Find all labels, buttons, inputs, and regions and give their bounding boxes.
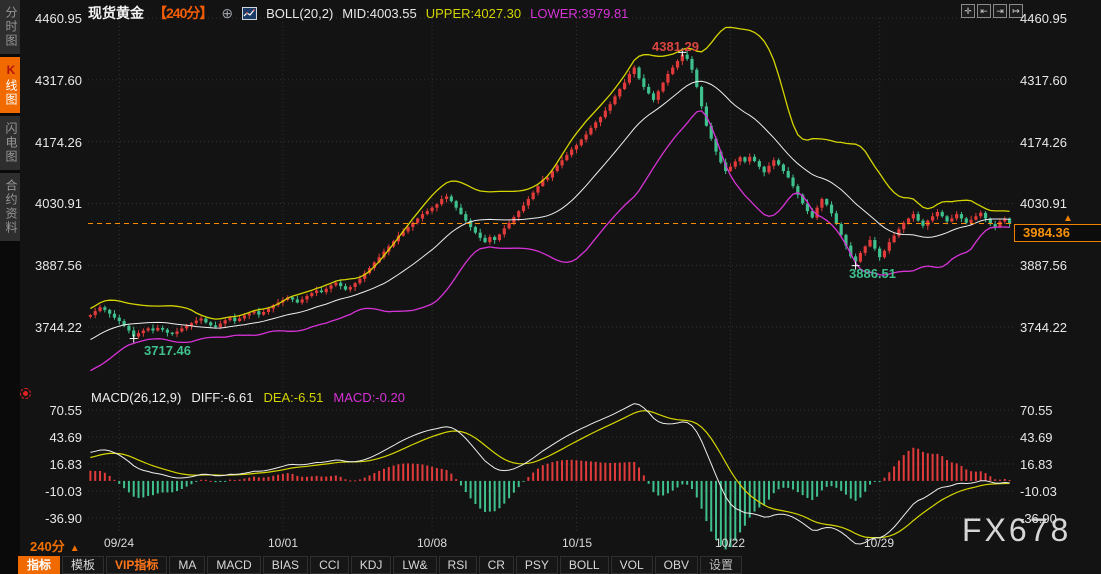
sidebar-item-lightning-chart[interactable]: 闪电图 — [0, 116, 20, 170]
macd-axis-label-right: 70.55 — [1020, 403, 1092, 418]
sidebar-item-contract-info[interactable]: 合约资料 — [0, 173, 20, 241]
y-axis-label: 3744.22 — [20, 320, 82, 335]
y-axis-label: 4317.60 — [20, 73, 82, 88]
annotation-swing-high: 4381.29 — [652, 39, 699, 54]
macd-axis-label-right: 43.69 — [1020, 430, 1092, 445]
y-axis-label-right: 3744.22 — [1020, 320, 1092, 335]
record-dot-icon[interactable] — [20, 388, 31, 399]
indicator-vol[interactable]: VOL — [611, 556, 653, 574]
indicator-cr[interactable]: CR — [479, 556, 514, 574]
kline-k-char: K — [4, 63, 18, 79]
shift-left-button[interactable]: ⇤ — [977, 4, 991, 18]
macd-axis-label: 43.69 — [20, 430, 82, 445]
indicator-lw[interactable]: LW& — [393, 556, 436, 574]
x-axis-label: 10/15 — [549, 536, 605, 550]
y-axis-label-right: 4030.91 — [1020, 196, 1092, 211]
indicator-obv[interactable]: OBV — [655, 556, 698, 574]
x-axis-label: 10/01 — [255, 536, 311, 550]
y-axis-label: 3887.56 — [20, 258, 82, 273]
macd-axis-label-right: 16.83 — [1020, 457, 1092, 472]
y-axis-label: 4174.26 — [20, 135, 82, 150]
macd-axis-label-right: -10.03 — [1020, 484, 1092, 499]
x-axis-label: 10/22 — [702, 536, 758, 550]
plus-circle-icon[interactable]: ⊕ — [221, 5, 233, 22]
boll-upper-value: UPPER:4027.30 — [426, 6, 521, 21]
sidebar-item-kline-chart[interactable]: K线图 — [0, 57, 20, 113]
period-tag: 【240分】 — [153, 3, 212, 23]
main-chart[interactable] — [0, 0, 1101, 574]
macd-diff-value: DIFF:-6.61 — [191, 390, 253, 405]
macd-header: MACD(26,12,9) DIFF:-6.61 DEA:-6.51 MACD:… — [91, 390, 405, 405]
macd-axis-label: -36.90 — [20, 511, 82, 526]
x-axis-label: 10/29 — [851, 536, 907, 550]
boll-params-label: BOLL(20,2) — [266, 6, 333, 21]
symbol-name: 现货黄金 — [88, 3, 144, 23]
x-axis-label: 10/08 — [404, 536, 460, 550]
period-selector-label: 240分 — [30, 539, 65, 554]
boll-mid-value: MID:4003.55 — [342, 6, 416, 21]
indicator-cci[interactable]: CCI — [310, 556, 349, 574]
price-up-caret-icon: ▲ — [1063, 213, 1073, 224]
current-price-badge: 3984.36 — [1014, 224, 1101, 242]
app-root: 分时图 K线图 闪电图 合约资料 现货黄金 【240分】 ⊕ BOLL(20,2… — [0, 0, 1101, 574]
kline-rest-chars: 线图 — [4, 79, 18, 107]
title-bar: 现货黄金 【240分】 ⊕ BOLL(20,2) MID:4003.55 UPP… — [88, 3, 628, 23]
x-axis-label: 09/24 — [91, 536, 147, 550]
macd-axis-label: -10.03 — [20, 484, 82, 499]
y-axis-label: 4460.95 — [20, 11, 82, 26]
period-caret-icon: ▲ — [70, 543, 80, 554]
macd-dea-value: DEA:-6.51 — [263, 390, 323, 405]
shift-right-button[interactable]: ⇥ — [993, 4, 1007, 18]
window-buttons: ✛ ⇤ ⇥ ↦ — [961, 4, 1023, 18]
indicator-macd[interactable]: MACD — [207, 556, 260, 574]
indicator-ma[interactable]: MA — [169, 556, 205, 574]
left-sidebar: 分时图 K线图 闪电图 合约资料 — [0, 0, 20, 574]
settings-button[interactable]: 设置 — [700, 556, 742, 574]
annotation-swing-low-2: 3886.51 — [849, 266, 896, 281]
annotation-swing-low-1: 3717.46 — [144, 343, 191, 358]
boll-lower-value: LOWER:3979.81 — [530, 6, 628, 21]
y-axis-label-right: 4317.60 — [1020, 73, 1092, 88]
y-axis-label-right: 4174.26 — [1020, 135, 1092, 150]
y-axis-label-right: 4460.95 — [1020, 11, 1092, 26]
indicator-toolbar: 指标 模板 VIP指标 MA MACD BIAS CCI KDJ LW& RSI… — [18, 556, 742, 574]
macd-axis-label: 16.83 — [20, 457, 82, 472]
indicator-rsi[interactable]: RSI — [439, 556, 477, 574]
tab-vip-indicators[interactable]: VIP指标 — [106, 556, 167, 574]
sidebar-item-time-chart[interactable]: 分时图 — [0, 0, 20, 54]
pan-crosshair-button[interactable]: ✛ — [961, 4, 975, 18]
fx678-watermark: FX678 — [962, 512, 1071, 549]
macd-params-label: MACD(26,12,9) — [91, 390, 181, 405]
macd-axis-label: 70.55 — [20, 403, 82, 418]
mini-chart-icon — [242, 7, 257, 20]
indicator-kdj[interactable]: KDJ — [351, 556, 392, 574]
indicator-bias[interactable]: BIAS — [263, 556, 308, 574]
tab-templates[interactable]: 模板 — [62, 556, 104, 574]
y-axis-label: 4030.91 — [20, 196, 82, 211]
macd-hist-value: MACD:-0.20 — [333, 390, 405, 405]
tab-indicators[interactable]: 指标 — [18, 556, 60, 574]
indicator-boll[interactable]: BOLL — [560, 556, 609, 574]
period-selector[interactable]: 240分 ▲ — [30, 536, 80, 555]
y-axis-label-right: 3887.56 — [1020, 258, 1092, 273]
indicator-psy[interactable]: PSY — [516, 556, 558, 574]
